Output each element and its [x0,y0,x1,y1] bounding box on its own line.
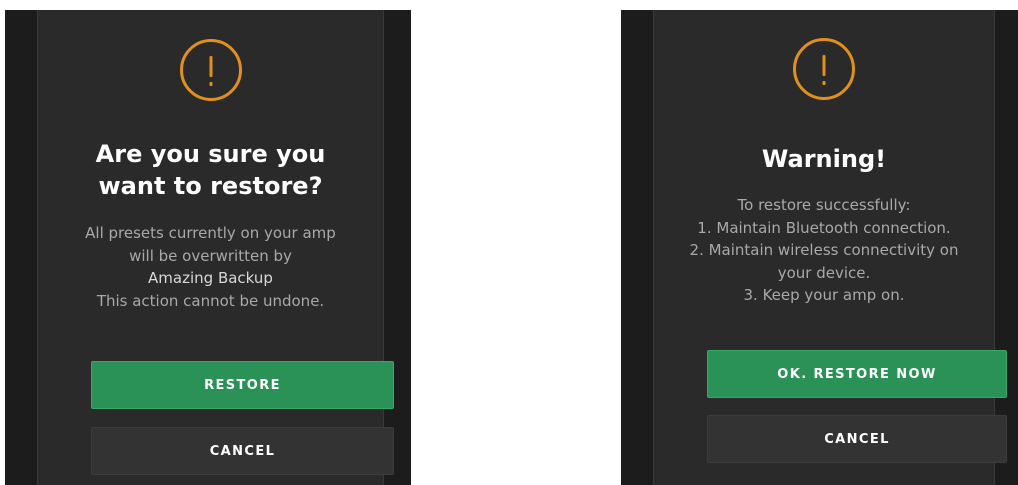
warning-icon [179,39,242,101]
message-line-5: 3. Keep your amp on. [743,286,905,304]
restore-confirm-dialog: Are you sure you want to restore? All pr… [37,10,394,485]
dialog-title-line-1: Are you sure you [95,140,326,168]
warning-icon [793,38,855,100]
restore-warning-dialog: Warning! To restore successfully: 1. Mai… [653,10,1007,485]
restore-now-button[interactable]: OK. RESTORE NOW [707,350,1007,398]
dialog-message: To restore successfully: 1. Maintain Blu… [654,194,994,307]
message-line-4: This action cannot be undone. [96,291,325,310]
cancel-button[interactable]: CANCEL [91,427,394,475]
message-line-2: will be overwritten by [129,246,292,265]
message-line-1: All presets currently on your amp [85,224,336,242]
restore-warning-screen: Warning! To restore successfully: 1. Mai… [621,10,1018,485]
message-line-2: 1. Maintain Bluetooth connection. [697,218,951,237]
dialog-title: Warning! [761,145,887,173]
message-line-1: To restore successfully: [737,196,911,214]
dialog-title-line-2: want to restore? [98,172,323,200]
backup-name: Amazing Backup [148,269,273,287]
restore-confirm-screen: Are you sure you want to restore? All pr… [5,10,411,485]
dialog-title: Are you sure you want to restore? [38,138,383,202]
restore-button[interactable]: RESTORE [91,361,394,409]
message-line-3: 2. Maintain wireless connectivity on [689,241,959,259]
dialog-message: All presets currently on your amp will b… [38,222,383,312]
message-line-4: your device. [777,263,871,282]
cancel-button[interactable]: CANCEL [707,415,1007,463]
